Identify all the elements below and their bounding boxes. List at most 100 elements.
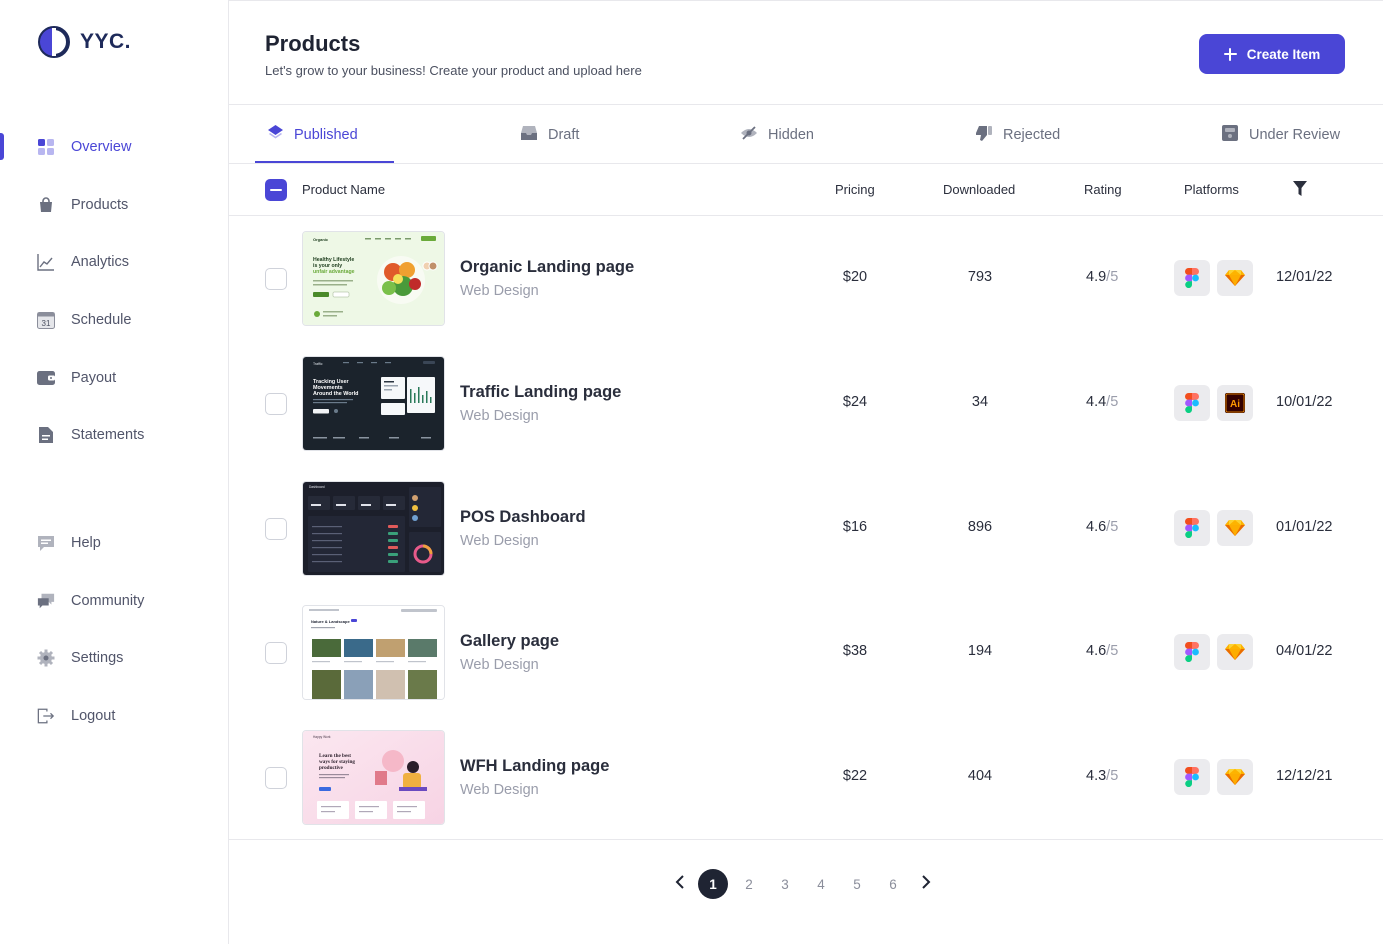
column-header-downloaded[interactable]: Downloaded (943, 182, 1015, 197)
brand-logo[interactable]: YYC. (38, 26, 131, 58)
product-thumbnail[interactable]: Happy Work Learn the best ways for stayi… (302, 730, 445, 825)
page-button-2[interactable]: 2 (731, 869, 767, 899)
sidebar-item-community[interactable]: Community (0, 583, 228, 619)
sidebar-item-help[interactable]: Help (0, 525, 228, 561)
review-box-icon (1221, 124, 1239, 146)
rating-value: 4.4 (1086, 394, 1107, 410)
row-checkbox[interactable] (265, 268, 287, 290)
page-title: Products (265, 31, 361, 56)
rating-total: /5 (1106, 768, 1119, 784)
product-thumbnail[interactable]: Nature & Landscape (302, 605, 445, 700)
page-button-5[interactable]: 5 (839, 869, 875, 899)
table-row[interactable]: Organic Healthy Lifestyle is your only u… (229, 231, 1383, 356)
sidebar-item-label: Products (71, 197, 129, 213)
create-item-label: Create Item (1246, 46, 1321, 62)
sidebar-item-analytics[interactable]: Analytics (0, 244, 228, 280)
product-rating: 4.4/5 (1086, 394, 1118, 410)
sidebar-item-label: Payout (71, 370, 117, 386)
wallet-icon (37, 369, 55, 387)
rating-total: /5 (1106, 394, 1119, 410)
tab-under-review[interactable]: Under Review (1221, 105, 1340, 164)
product-name[interactable]: POS Dashboard (460, 508, 586, 527)
illustrator-icon[interactable]: Ai (1217, 385, 1253, 421)
sketch-icon[interactable] (1217, 260, 1253, 296)
row-checkbox[interactable] (265, 767, 287, 789)
sketch-icon[interactable] (1217, 759, 1253, 795)
rating-total: /5 (1106, 269, 1119, 285)
tab-published[interactable]: Published (267, 105, 358, 164)
product-downloads: 896 (967, 519, 993, 535)
product-rating: 4.6/5 (1086, 643, 1118, 659)
rating-value: 4.3 (1086, 768, 1107, 784)
row-checkbox[interactable] (265, 518, 287, 540)
page-button-3[interactable]: 3 (767, 869, 803, 899)
page-button-4[interactable]: 4 (803, 869, 839, 899)
bag-icon (37, 196, 55, 214)
figma-icon[interactable] (1174, 385, 1210, 421)
svg-text:unfair advantage: unfair advantage (313, 269, 355, 275)
rating-total: /5 (1106, 519, 1119, 535)
product-name[interactable]: Traffic Landing page (460, 383, 621, 402)
figma-icon[interactable] (1174, 759, 1210, 795)
thumbs-down-icon (975, 124, 993, 146)
tab-rejected[interactable]: Rejected (975, 105, 1060, 164)
product-date: 04/01/22 (1276, 643, 1333, 659)
sidebar-item-payout[interactable]: Payout (0, 360, 228, 396)
product-category: Web Design (460, 533, 539, 549)
sidebar-item-label: Schedule (71, 312, 132, 328)
rating-value: 4.6 (1086, 519, 1107, 535)
product-category: Web Design (460, 782, 539, 798)
sidebar-item-schedule[interactable]: 31 Schedule (0, 302, 228, 338)
sidebar-item-label: Statements (71, 427, 145, 443)
sidebar-item-label: Help (71, 535, 101, 551)
tab-label: Hidden (768, 126, 814, 143)
prev-page-button[interactable] (665, 869, 695, 899)
filter-icon[interactable] (1293, 181, 1307, 200)
sidebar-item-label: Logout (71, 708, 116, 724)
sidebar-item-logout[interactable]: Logout (0, 698, 228, 734)
product-thumbnail[interactable]: Traffic Tracking User Movements Around t… (302, 356, 445, 451)
page-button-6[interactable]: 6 (875, 869, 911, 899)
row-checkbox[interactable] (265, 393, 287, 415)
gear-icon (37, 649, 55, 667)
next-page-button[interactable] (911, 869, 941, 899)
product-name[interactable]: Organic Landing page (460, 258, 634, 277)
chevron-left-icon (675, 874, 685, 894)
product-thumbnail[interactable]: Dashboard (302, 481, 445, 576)
product-thumbnail[interactable]: Organic Healthy Lifestyle is your only u… (302, 231, 445, 326)
column-header-rating[interactable]: Rating (1084, 182, 1122, 197)
tab-label: Rejected (1003, 126, 1061, 143)
tab-draft[interactable]: Draft (520, 105, 579, 164)
svg-text:Ai: Ai (1230, 399, 1240, 410)
page-button-1[interactable]: 1 (695, 869, 731, 899)
sidebar-item-label: Overview (71, 139, 132, 155)
table-row[interactable]: Happy Work Learn the best ways for stayi… (229, 730, 1383, 855)
svg-text:Dashboard: Dashboard (309, 485, 325, 489)
create-item-button[interactable]: Create Item (1199, 34, 1345, 74)
sketch-icon[interactable] (1217, 634, 1253, 670)
row-checkbox[interactable] (265, 642, 287, 664)
page-number: 1 (698, 869, 728, 899)
sidebar-item-products[interactable]: Products (0, 187, 228, 223)
column-header-platforms[interactable]: Platforms (1184, 182, 1239, 197)
product-name[interactable]: WFH Landing page (460, 757, 609, 776)
product-price: $22 (842, 768, 868, 784)
select-all-checkbox[interactable] (265, 179, 287, 201)
tab-hidden[interactable]: Hidden (740, 105, 814, 164)
sidebar-item-statements[interactable]: Statements (0, 417, 228, 453)
figma-icon[interactable] (1174, 510, 1210, 546)
column-header-name[interactable]: Product Name (302, 182, 385, 197)
sidebar-item-overview[interactable]: Overview (0, 129, 228, 165)
table-row[interactable]: Nature & Landscape Gallery page Web Desi… (229, 605, 1383, 730)
sketch-icon[interactable] (1217, 510, 1253, 546)
table-row[interactable]: Dashboard POS Dashboard Web Design $16 8… (229, 481, 1383, 606)
sidebar-item-settings[interactable]: Settings (0, 640, 228, 676)
product-name[interactable]: Gallery page (460, 632, 559, 651)
page-subtitle: Let's grow to your business! Create your… (265, 63, 642, 78)
eye-off-icon (740, 125, 758, 145)
sidebar-item-label: Analytics (71, 254, 130, 270)
figma-icon[interactable] (1174, 260, 1210, 296)
column-header-pricing[interactable]: Pricing (835, 182, 875, 197)
figma-icon[interactable] (1174, 634, 1210, 670)
table-row[interactable]: Traffic Tracking User Movements Around t… (229, 356, 1383, 481)
